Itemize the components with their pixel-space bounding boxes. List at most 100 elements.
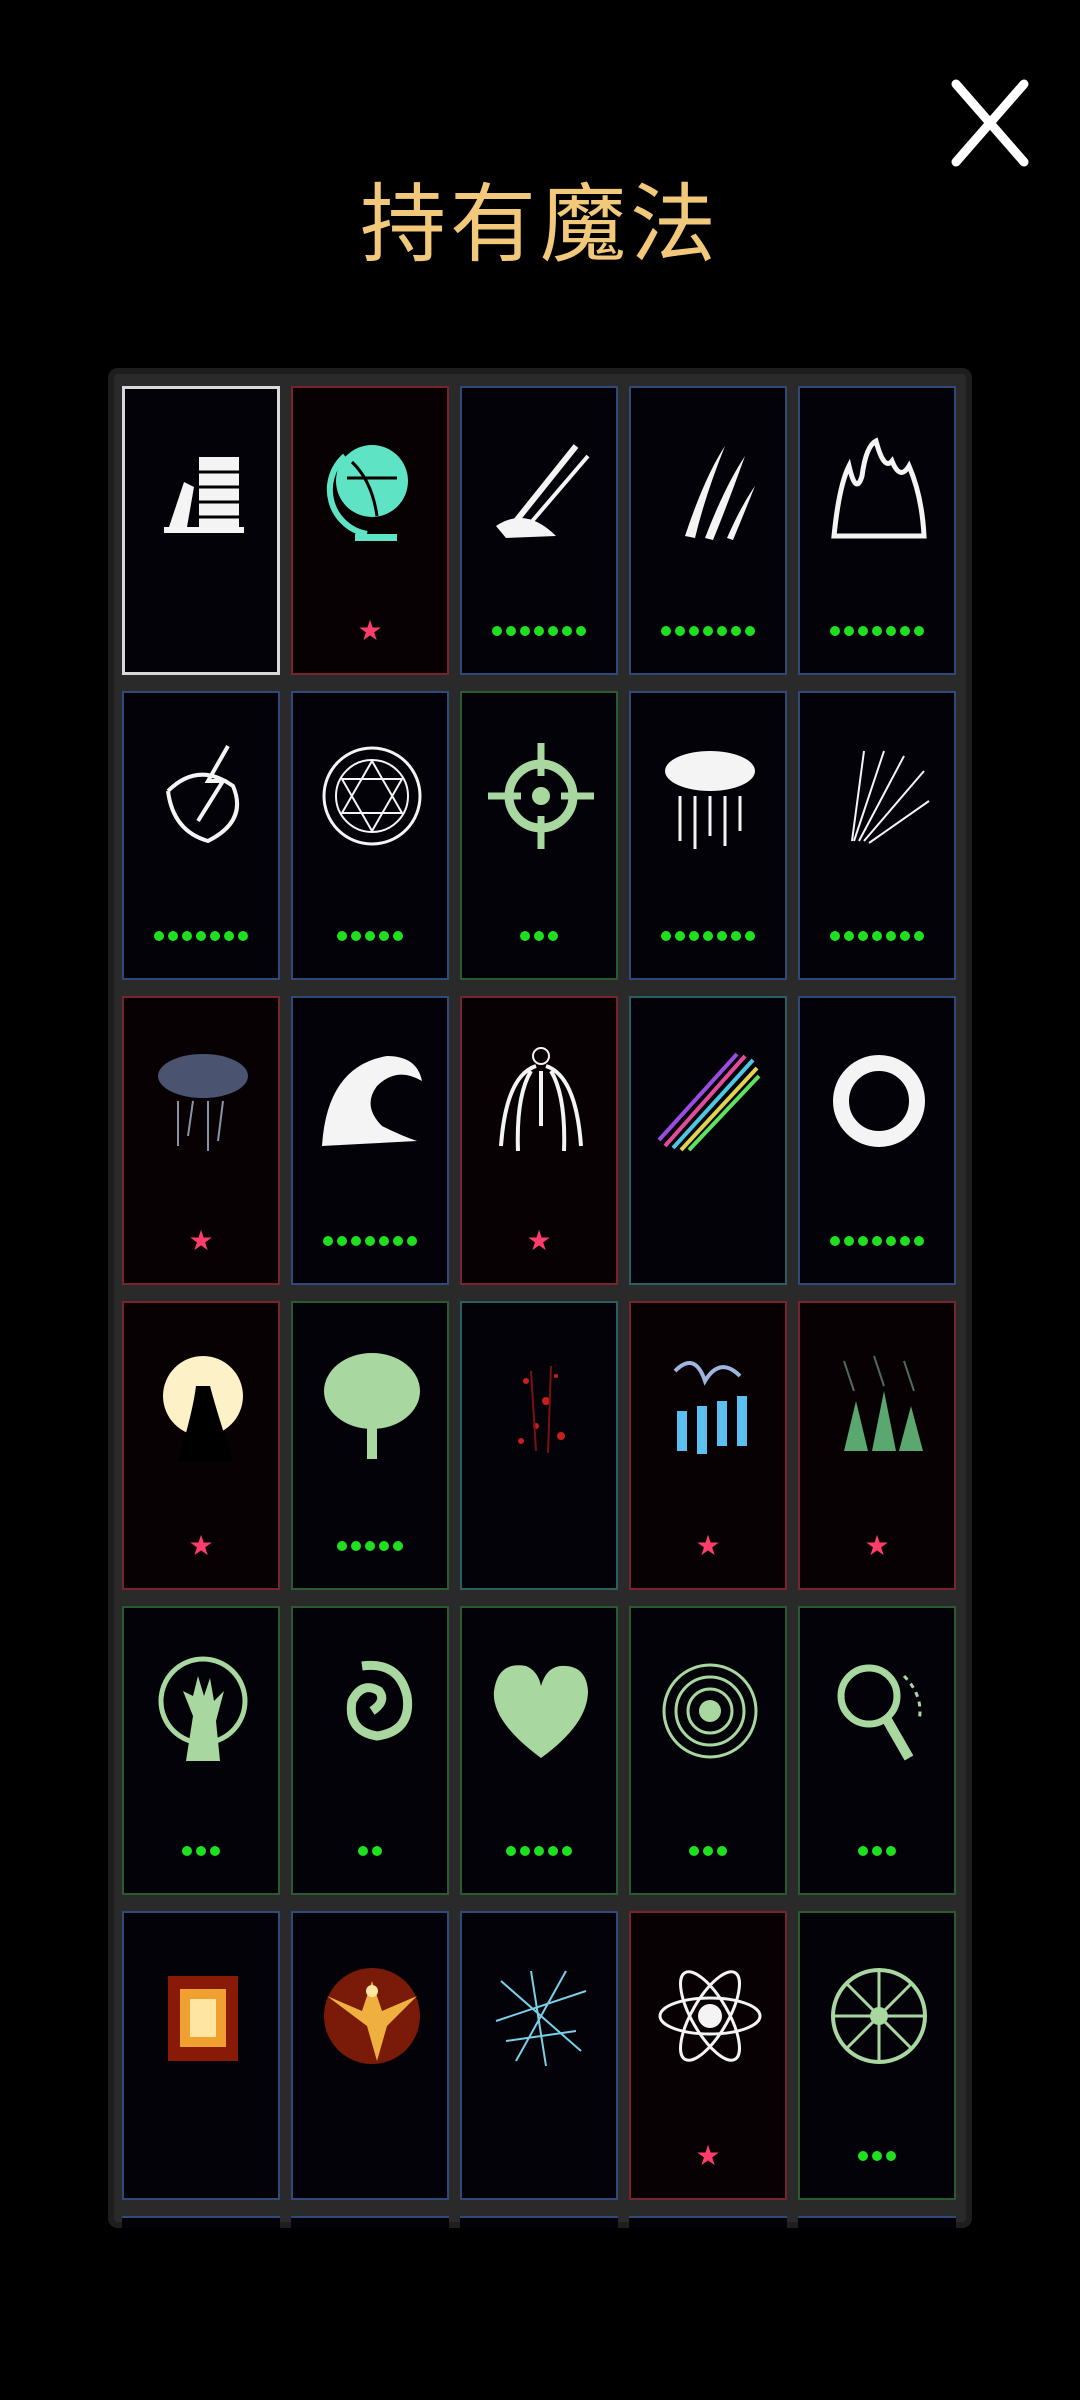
- globe-icon: [307, 426, 437, 556]
- rank-dot: [661, 931, 671, 941]
- rank-dot: [365, 931, 375, 941]
- star-icon: ★: [695, 2139, 721, 2172]
- spell-card[interactable]: [291, 691, 449, 980]
- forest-rain-icon: [814, 1341, 944, 1471]
- spell-card[interactable]: [291, 1606, 449, 1895]
- no-marker: [462, 1531, 616, 1561]
- spell-card[interactable]: [122, 691, 280, 980]
- rank-dot: [365, 1236, 375, 1246]
- rank-dot: [196, 1846, 206, 1856]
- rank-dots: [293, 1226, 447, 1256]
- rank-dot: [506, 626, 516, 636]
- close-button[interactable]: [950, 78, 1030, 168]
- spell-card[interactable]: [798, 386, 956, 675]
- star-icon: ★: [188, 1529, 214, 1562]
- rank-dot: [830, 931, 840, 941]
- rank-dots: [124, 921, 278, 951]
- spell-card[interactable]: [629, 996, 787, 1285]
- crosshair-icon: [476, 731, 606, 861]
- spell-card[interactable]: [629, 1606, 787, 1895]
- rank-dot: [210, 931, 220, 941]
- sword-slash-icon: [476, 426, 606, 556]
- rank-dot: [196, 931, 206, 941]
- rank-dot: [393, 1236, 403, 1246]
- rank-dots: [293, 1531, 447, 1561]
- rank-dot: [914, 1236, 924, 1246]
- spell-card[interactable]: [629, 386, 787, 675]
- rank-dot: [703, 1846, 713, 1856]
- rank-dot: [168, 931, 178, 941]
- rank-dot: [675, 626, 685, 636]
- rank-dot: [224, 931, 234, 941]
- spell-card[interactable]: [122, 386, 280, 675]
- no-marker: [125, 617, 277, 647]
- rank-dot: [886, 626, 896, 636]
- spell-card[interactable]: [629, 691, 787, 980]
- rank-dot: [520, 931, 530, 941]
- spell-card[interactable]: [798, 1606, 956, 1895]
- spell-card[interactable]: ★: [460, 996, 618, 1285]
- rainbow-beam-icon: [645, 1036, 775, 1166]
- rank-dot: [238, 931, 248, 941]
- star-icon: ★: [695, 1529, 721, 1562]
- star-badge: ★: [800, 1531, 954, 1561]
- rank-dot: [886, 2151, 896, 2161]
- rank-dot: [858, 1846, 868, 1856]
- angel-wings-icon: [476, 1036, 606, 1166]
- spell-card[interactable]: [460, 1301, 618, 1590]
- rank-dot: [393, 931, 403, 941]
- rank-dots: [462, 616, 616, 646]
- rank-dot: [844, 1236, 854, 1246]
- rank-dot: [562, 1846, 572, 1856]
- star-icon: ★: [357, 614, 383, 647]
- rank-dot: [689, 931, 699, 941]
- rank-dot: [689, 1846, 699, 1856]
- rank-dot: [337, 1541, 347, 1551]
- spell-card[interactable]: [460, 691, 618, 980]
- rank-dot: [520, 1846, 530, 1856]
- spell-card[interactable]: [291, 1911, 449, 2200]
- spell-card[interactable]: ★: [122, 1301, 280, 1590]
- no-marker: [631, 1226, 785, 1256]
- star-badge: ★: [293, 616, 447, 646]
- rank-dot: [830, 1236, 840, 1246]
- rising-hand-icon: [138, 1646, 268, 1776]
- star-badge: ★: [631, 2141, 785, 2171]
- rank-dot: [351, 1236, 361, 1246]
- spell-card[interactable]: [291, 1301, 449, 1590]
- ice-pillars-icon: [645, 1341, 775, 1471]
- spell-card[interactable]: [291, 996, 449, 1285]
- rank-dot: [337, 931, 347, 941]
- rank-dots: [293, 921, 447, 951]
- rank-dot: [703, 626, 713, 636]
- rank-dot: [858, 2151, 868, 2161]
- rank-dot: [379, 1541, 389, 1551]
- rank-dot: [900, 931, 910, 941]
- lightning-orb-icon: [138, 731, 268, 861]
- spell-card[interactable]: [460, 1606, 618, 1895]
- next-row-peek: [122, 2216, 956, 2228]
- fire-portal-icon: [138, 1951, 268, 2081]
- spell-card[interactable]: [798, 996, 956, 1285]
- spell-card[interactable]: ★: [798, 1301, 956, 1590]
- spell-card[interactable]: [460, 1911, 618, 2200]
- spell-card[interactable]: ★: [629, 1911, 787, 2200]
- spell-card[interactable]: [460, 386, 618, 675]
- spell-card[interactable]: [122, 1606, 280, 1895]
- rank-dot: [689, 626, 699, 636]
- spell-card[interactable]: [798, 1911, 956, 2200]
- spell-card[interactable]: ★: [629, 1301, 787, 1590]
- rank-dot: [534, 1846, 544, 1856]
- rank-dot: [379, 931, 389, 941]
- spell-card[interactable]: ★: [291, 386, 449, 675]
- spell-card[interactable]: [122, 1911, 280, 2200]
- spell-collection-panel: ★ ★ ★ ★ ★ ★ ★: [108, 368, 972, 2228]
- rank-dots: [800, 1836, 954, 1866]
- light-rays-icon: [814, 731, 944, 861]
- spell-card[interactable]: ★: [122, 996, 280, 1285]
- rank-dot: [858, 626, 868, 636]
- spell-card[interactable]: [798, 691, 956, 980]
- rank-dot: [731, 931, 741, 941]
- rank-dot: [323, 1236, 333, 1246]
- star-badge: ★: [124, 1226, 278, 1256]
